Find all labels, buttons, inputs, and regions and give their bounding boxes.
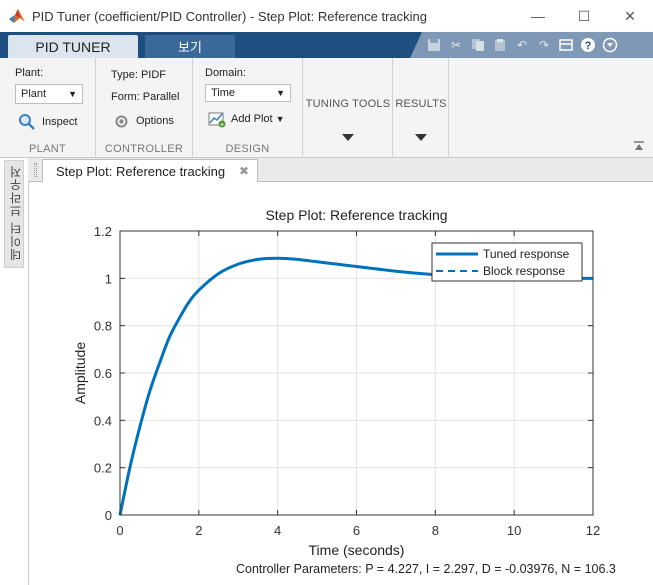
y-tick-label: 0.2: [94, 461, 112, 476]
legend-label-1: Tuned response: [483, 247, 570, 261]
x-tick-label: 12: [586, 523, 600, 538]
x-tick-label: 4: [274, 523, 281, 538]
y-tick-label: 0.4: [94, 413, 112, 428]
x-tick-label: 8: [432, 523, 439, 538]
x-axis-label: Time (seconds): [309, 542, 405, 558]
y-tick-label: 1.2: [94, 224, 112, 239]
y-tick-label: 0.8: [94, 319, 112, 334]
step-plot-chart[interactable]: Step Plot: Reference tracking 0 2 4 6 8 10 120…: [0, 0, 653, 585]
x-tick-label: 2: [195, 523, 202, 538]
y-tick-label: 1: [105, 271, 112, 286]
x-tick-label: 6: [353, 523, 360, 538]
y-axis-label: Amplitude: [72, 342, 88, 404]
controller-parameters: Controller Parameters: P = 4.227, I = 2.…: [236, 562, 616, 576]
y-tick-label: 0.6: [94, 366, 112, 381]
y-tick-label: 0: [105, 508, 112, 523]
x-tick-label: 0: [116, 523, 123, 538]
chart-title: Step Plot: Reference tracking: [265, 207, 447, 223]
legend-label-2: Block response: [483, 264, 565, 278]
x-tick-label: 10: [507, 523, 521, 538]
legend[interactable]: Tuned response Block response: [431, 242, 583, 282]
